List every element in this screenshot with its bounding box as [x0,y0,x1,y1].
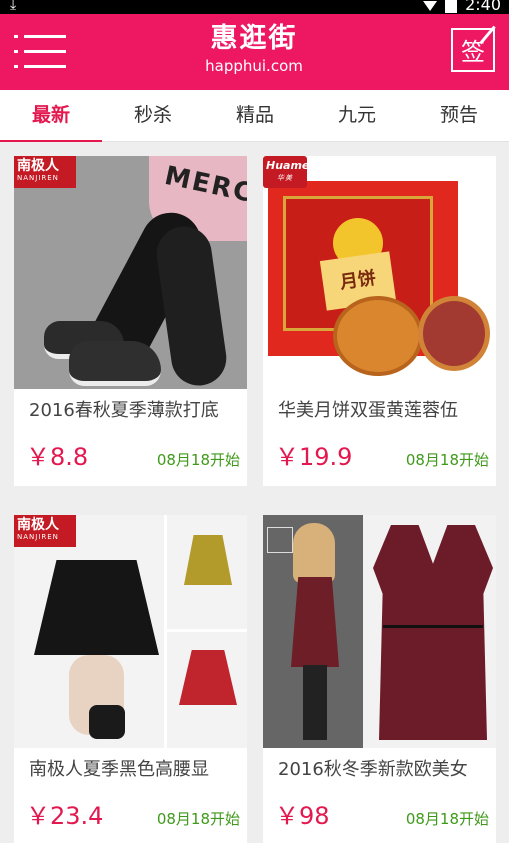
brand-badge: Huamei 华美 [263,156,313,188]
brand-badge: 南极人 NANJIREN [14,156,76,188]
app-header: 惠逛街 happhui.com 签 [0,14,509,90]
app-subtitle: happhui.com [205,57,303,75]
signin-label: 签 [461,38,485,66]
menu-icon[interactable] [14,33,66,71]
status-icons: 2:40 [423,0,501,14]
app-title: 惠逛街 [210,23,298,54]
product-price: ￥8.8 [26,443,89,471]
product-image[interactable]: MERC 南极人 NANJIREN [14,156,247,389]
product-price: ￥23.4 [26,802,104,830]
signin-icon[interactable]: 签 [451,25,496,72]
product-card[interactable]: MERC 南极人 NANJIREN 2016春秋夏季薄款打底 ￥8.8 08月1… [14,156,247,486]
status-bar: ⤓ 2:40 [0,0,509,14]
product-card[interactable]: 月饼 Huamei 华美 华美月饼双蛋黄莲蓉伍 ￥19.9 08月18开始 [263,156,496,486]
start-date: 08月18开始 [156,810,240,828]
tab-premium[interactable]: 精品 [204,90,306,142]
product-title: 华美月饼双蛋黄莲蓉伍 [278,400,458,421]
brand-badge: 南极人 NANJIREN [14,515,76,547]
tab-flash-sale[interactable]: 秒杀 [102,90,204,142]
product-image[interactable]: 南极人 NANJIREN [14,515,247,748]
wifi-icon [423,1,438,11]
product-image[interactable]: 月饼 Huamei 华美 [263,156,496,389]
product-title: 2016春秋夏季薄款打底 [29,400,219,421]
brand-stamp-icon [267,527,293,553]
status-time: 2:40 [465,0,501,14]
start-date: 08月18开始 [405,451,489,469]
product-card[interactable]: 南极人 NANJIREN 南极人夏季黑色高腰显 ￥23.4 08月18开始 [14,515,247,843]
product-title: 南极人夏季黑色高腰显 [29,759,209,780]
download-icon: ⤓ [10,0,17,13]
tab-latest[interactable]: 最新 [0,90,102,142]
tab-nine-yuan[interactable]: 九元 [306,90,408,142]
product-image[interactable] [263,515,496,748]
product-card[interactable]: 2016秋冬季新款欧美女 ￥98 08月18开始 [263,515,496,843]
product-price: ￥98 [275,802,330,830]
start-date: 08月18开始 [405,810,489,828]
category-tabs: 最新 秒杀 精品 九元 预告 [0,90,509,142]
product-title: 2016秋冬季新款欧美女 [278,759,468,780]
tab-preview[interactable]: 预告 [408,90,509,142]
start-date: 08月18开始 [156,451,240,469]
product-price: ￥19.9 [275,443,353,471]
battery-icon [445,0,458,13]
